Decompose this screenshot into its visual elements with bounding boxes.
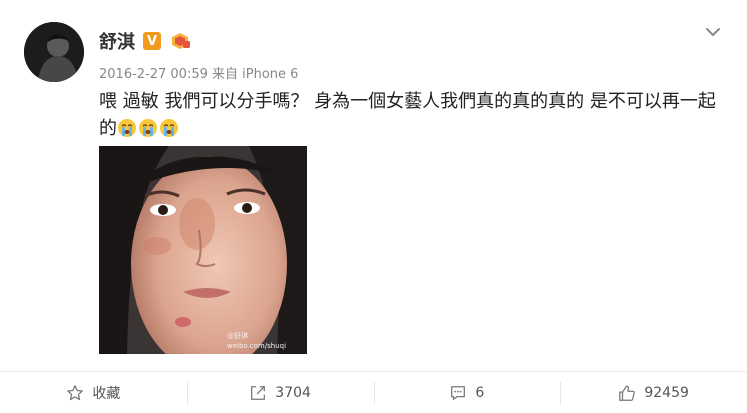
verified-badge[interactable]: V <box>143 32 161 50</box>
username[interactable]: 舒淇 <box>99 28 135 54</box>
weibo-post-card: 舒淇 V 2016-2-27 00:59 来自 iPhone 6 喂 過敏 我們… <box>0 0 747 412</box>
repost-icon <box>251 385 266 400</box>
user-level-icon[interactable] <box>169 32 191 50</box>
post-action-bar: 收藏 3704 6 92459 <box>0 371 747 413</box>
repost-count: 3704 <box>275 384 311 401</box>
thumbs-up-icon <box>619 385 636 401</box>
avatar[interactable] <box>24 22 84 82</box>
avatar-image <box>24 22 84 82</box>
post-photo[interactable]: @舒淇 weibo.com/shuqi <box>99 146 307 354</box>
comment-button[interactable]: 6 <box>373 372 561 413</box>
chevron-down-icon[interactable] <box>703 22 723 42</box>
username-row: 舒淇 V <box>99 28 191 54</box>
post-text-main: 喂 過敏 我們可以分手嗎？ 身為一個女藝人我們真的真的真的 是不可以再一起 <box>99 91 716 112</box>
comment-icon <box>451 385 466 400</box>
selfie-photo: @舒淇 weibo.com/shuqi <box>99 146 307 354</box>
like-count: 92459 <box>644 384 689 401</box>
repost-button[interactable]: 3704 <box>186 372 374 413</box>
watermark-name: @舒淇 <box>227 331 248 340</box>
like-button[interactable]: 92459 <box>560 372 747 413</box>
watermark-url: weibo.com/shuqi <box>227 342 286 350</box>
post-text-end: 的 <box>99 118 117 139</box>
post-text: 喂 過敏 我們可以分手嗎？ 身為一個女藝人我們真的真的真的 是不可以再一起 的 <box>99 88 729 142</box>
crying-emoji-icon <box>160 119 178 137</box>
favorite-label: 收藏 <box>92 385 121 402</box>
comment-count: 6 <box>475 384 485 401</box>
crying-emoji-icon <box>118 119 136 137</box>
star-icon <box>67 384 84 400</box>
crying-emoji-icon <box>139 119 157 137</box>
post-meta[interactable]: 2016-2-27 00:59 来自 iPhone 6 <box>99 63 298 82</box>
favorite-button[interactable]: 收藏 <box>0 372 187 413</box>
